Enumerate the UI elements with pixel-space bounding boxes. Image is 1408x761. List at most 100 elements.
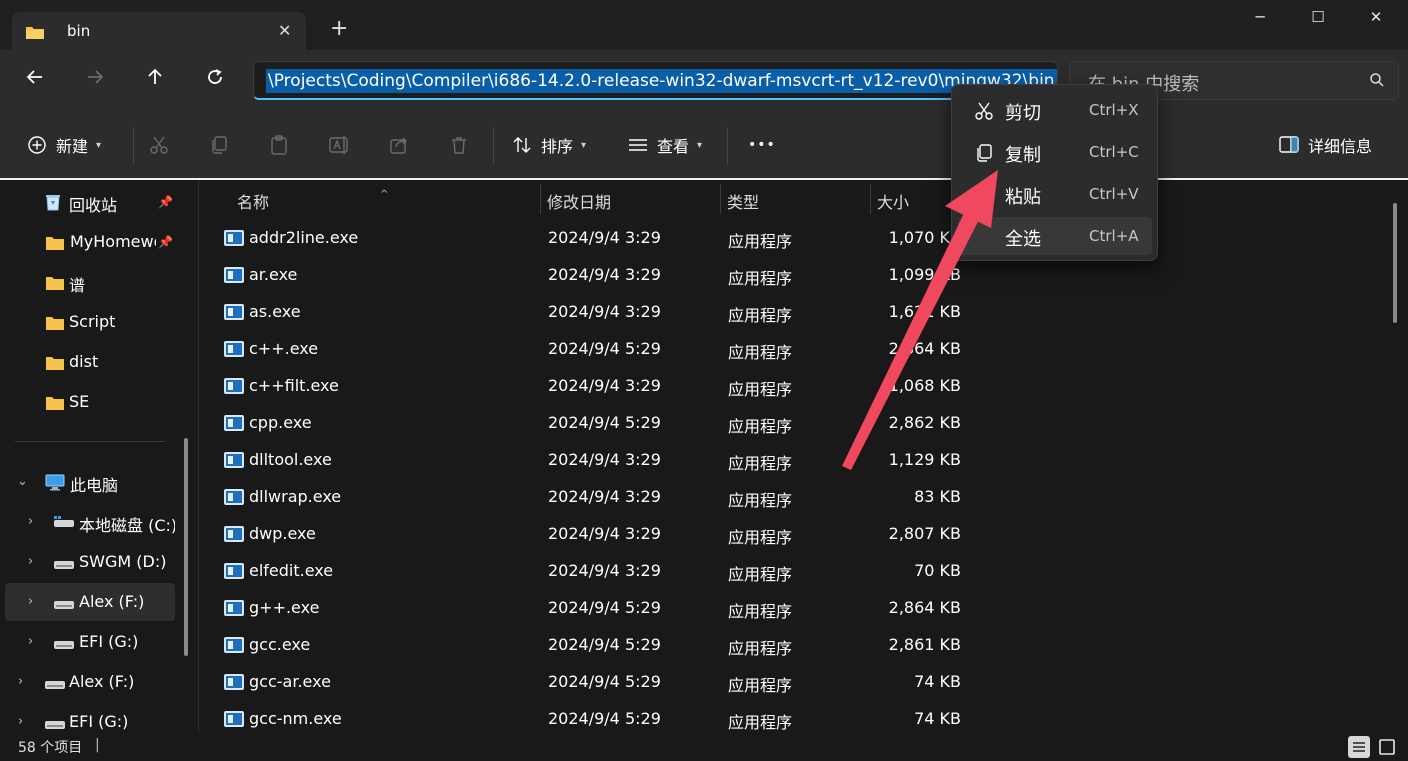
file-size: 1,099 KB — [888, 265, 961, 284]
context-menu: 剪切 Ctrl+X 复制 Ctrl+C 粘贴 Ctrl+V 全选 Ctrl+A — [951, 84, 1158, 261]
menu-item-cut[interactable]: 剪切 Ctrl+X — [958, 91, 1152, 129]
file-list: ^ 名称 修改日期 类型 大小 addr2line.exe 2024/9/4 3:… — [199, 180, 1408, 732]
sidebar-item-label: EFI (G:) — [79, 632, 139, 651]
chevron-down-icon: ▾ — [96, 139, 102, 151]
sidebar-item-se[interactable]: SE — [5, 383, 175, 421]
file-row[interactable]: ar.exe 2024/9/4 3:29 应用程序 1,099 KB — [199, 257, 1379, 294]
scissors-icon — [150, 136, 168, 154]
folder-icon — [46, 395, 64, 414]
menu-item-copy[interactable]: 复制 Ctrl+C — [958, 133, 1152, 171]
file-row[interactable]: gcc-nm.exe 2024/9/4 5:29 应用程序 74 KB — [199, 701, 1379, 732]
copy-icon — [212, 136, 227, 154]
share-icon — [390, 137, 407, 154]
column-header-name[interactable]: ^ 名称 — [199, 180, 539, 218]
file-date: 2024/9/4 5:29 — [548, 413, 661, 432]
sidebar-item-dist[interactable]: dist — [5, 343, 175, 381]
chevron-right-icon: › — [18, 714, 24, 729]
file-date: 2024/9/4 3:29 — [548, 376, 661, 395]
column-header-type[interactable]: 类型 — [721, 180, 869, 218]
rename-button[interactable] — [329, 132, 351, 158]
folder-icon — [46, 315, 64, 334]
forward-button[interactable] — [82, 67, 108, 93]
sidebar-item-label: Script — [69, 312, 116, 331]
new-tab-button[interactable]: + — [330, 18, 348, 40]
tab-bin[interactable]: bin ✕ — [12, 12, 306, 50]
file-size: 2,807 KB — [888, 524, 961, 543]
menu-item-select-all[interactable]: 全选 Ctrl+A — [958, 217, 1152, 255]
sidebar-item-drive-c[interactable]: › 本地磁盘 (C:) — [5, 503, 175, 541]
file-name: c++filt.exe — [249, 376, 339, 395]
share-button[interactable] — [389, 132, 409, 158]
sidebar-scrollbar[interactable] — [184, 438, 188, 656]
toolbar-divider — [493, 127, 494, 165]
file-row[interactable]: c++.exe 2024/9/4 5:29 应用程序 2,864 KB — [199, 331, 1379, 368]
sidebar-item-removable-f[interactable]: › Alex (F:) — [5, 663, 175, 701]
sidebar-item-script[interactable]: Script — [5, 303, 175, 341]
executable-icon — [224, 267, 244, 283]
menu-item-paste[interactable]: 粘贴 Ctrl+V — [958, 175, 1152, 213]
sidebar-item-removable-g[interactable]: › EFI (G:) — [5, 703, 175, 732]
file-row[interactable]: dlltool.exe 2024/9/4 3:29 应用程序 1,129 KB — [199, 442, 1379, 479]
address-path[interactable]: \Projects\Coding\Compiler\i686-14.2.0-re… — [266, 69, 1057, 93]
file-row[interactable]: dllwrap.exe 2024/9/4 3:29 应用程序 83 KB — [199, 479, 1379, 516]
executable-icon — [224, 230, 244, 246]
sidebar-item-drive-f[interactable]: › Alex (F:) — [5, 583, 175, 621]
minimize-button[interactable]: ─ — [1237, 8, 1283, 34]
details-pane-button[interactable]: 详细信息 — [1279, 132, 1372, 158]
toolbar-divider — [727, 127, 728, 165]
file-row[interactable]: c++filt.exe 2024/9/4 3:29 应用程序 1,068 KB — [199, 368, 1379, 405]
up-button[interactable] — [142, 67, 168, 93]
executable-icon — [224, 304, 244, 320]
file-size: 2,861 KB — [888, 635, 961, 654]
sidebar-item-myhomework[interactable]: MyHomework 📌 — [5, 223, 175, 261]
sidebar-item-drive-g[interactable]: › EFI (G:) — [5, 623, 175, 661]
file-date: 2024/9/4 3:29 — [548, 265, 661, 284]
delete-button[interactable] — [449, 132, 469, 158]
file-size: 1,070 KB — [888, 228, 961, 247]
details-view-button[interactable] — [1348, 736, 1370, 758]
file-date: 2024/9/4 3:29 — [548, 524, 661, 543]
file-row[interactable]: gcc-ar.exe 2024/9/4 5:29 应用程序 74 KB — [199, 664, 1379, 701]
more-options-button[interactable]: ••• — [748, 132, 776, 158]
file-row[interactable]: dwp.exe 2024/9/4 3:29 应用程序 2,807 KB — [199, 516, 1379, 553]
file-row[interactable]: cpp.exe 2024/9/4 5:29 应用程序 2,862 KB — [199, 405, 1379, 442]
copy-button[interactable] — [209, 132, 229, 158]
sidebar-item-label: SE — [69, 392, 90, 411]
file-row[interactable]: gcc.exe 2024/9/4 5:29 应用程序 2,861 KB — [199, 627, 1379, 664]
tiles-view-button[interactable] — [1376, 736, 1398, 758]
executable-icon — [224, 341, 244, 357]
file-type: 应用程序 — [728, 380, 793, 399]
file-size: 1,129 KB — [888, 450, 961, 469]
paste-button[interactable] — [269, 132, 289, 158]
back-arrow-icon — [26, 70, 42, 84]
tab-close-icon[interactable]: ✕ — [278, 21, 291, 40]
maximize-button[interactable]: ☐ — [1295, 8, 1341, 34]
sidebar-item-label: 此电脑 — [70, 476, 119, 495]
file-row[interactable]: elfedit.exe 2024/9/4 3:29 应用程序 70 KB — [199, 553, 1379, 590]
close-window-button[interactable]: ✕ — [1353, 8, 1399, 34]
address-bar[interactable]: \Projects\Coding\Compiler\i686-14.2.0-re… — [253, 61, 1058, 100]
refresh-icon — [208, 69, 222, 84]
file-row[interactable]: addr2line.exe 2024/9/4 3:29 应用程序 1,070 KB — [199, 220, 1379, 257]
file-type: 应用程序 — [728, 269, 793, 288]
column-header-date[interactable]: 修改日期 — [541, 180, 719, 218]
file-name: ar.exe — [249, 265, 298, 284]
sidebar-item-this-pc[interactable]: ⌄ 此电脑 — [5, 463, 175, 501]
file-list-scrollbar[interactable] — [1393, 203, 1397, 323]
refresh-button[interactable] — [202, 67, 228, 93]
sidebar-item-recycle-bin[interactable]: 回收站 📌 — [5, 183, 175, 221]
sidebar-item-label: 本地磁盘 (C:) — [79, 516, 175, 535]
sidebar-item-pu[interactable]: 谱 — [5, 263, 175, 301]
cut-button[interactable] — [149, 132, 169, 158]
file-row[interactable]: as.exe 2024/9/4 3:29 应用程序 1,621 KB — [199, 294, 1379, 331]
sidebar-item-drive-d[interactable]: › SWGM (D:) — [5, 543, 175, 581]
chevron-right-icon: › — [28, 514, 34, 529]
back-button[interactable] — [22, 67, 48, 93]
sort-button[interactable]: 排序 ▾ — [512, 132, 586, 158]
details-pane-icon — [1279, 136, 1299, 153]
file-date: 2024/9/4 5:29 — [548, 598, 661, 617]
view-button[interactable]: 查看 ▾ — [628, 132, 702, 158]
file-row[interactable]: g++.exe 2024/9/4 5:29 应用程序 2,864 KB — [199, 590, 1379, 627]
chevron-right-icon: › — [18, 674, 24, 689]
new-button[interactable]: 新建 ▾ — [27, 132, 101, 158]
